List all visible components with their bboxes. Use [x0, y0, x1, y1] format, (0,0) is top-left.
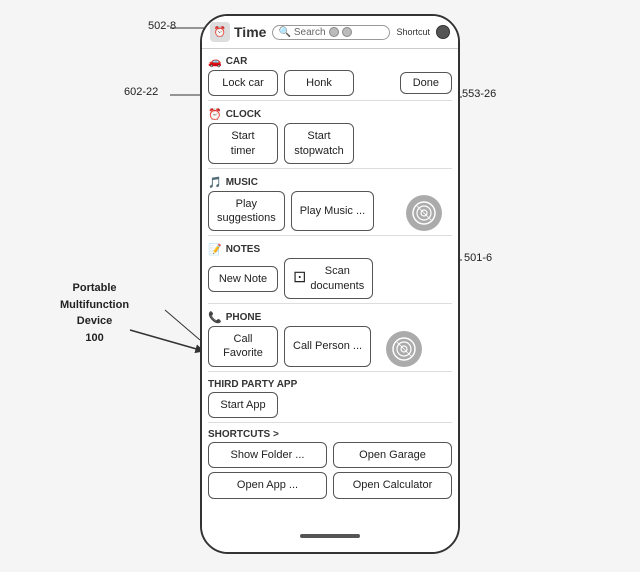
notes-buttons-row: New Note ⊡Scandocuments	[208, 258, 452, 299]
shortcuts-row-2: Open App ... Open Calculator	[208, 472, 452, 498]
car-action-buttons: Lock car Honk	[208, 70, 400, 96]
thirdparty-buttons-row: Start App	[208, 392, 452, 418]
section-notes-header: 📝 NOTES	[208, 239, 452, 258]
dot-button-1[interactable]	[329, 27, 339, 37]
honk-button[interactable]: Honk	[284, 70, 354, 96]
device-label: PortableMultifunctionDevice100	[60, 280, 129, 346]
scroll-content[interactable]: 🚗 CAR Lock car Honk Done ⏰ CLOCK	[202, 49, 458, 547]
header-bar: ⏰ Time 🔍 Search Shortcut	[202, 16, 458, 49]
search-label: Search	[294, 27, 326, 38]
clock-buttons-row: Starttimer Startstopwatch	[208, 123, 452, 164]
open-garage-button[interactable]: Open Garage	[333, 442, 452, 468]
phone-icon: 📞	[208, 311, 222, 324]
page-container: 502-8 602-22 553-26 553-32 553-30 501-6 …	[0, 0, 640, 572]
divider-car	[208, 100, 452, 101]
clock-label: CLOCK	[226, 109, 262, 120]
section-car-header: 🚗 CAR	[208, 51, 452, 70]
annotation-602-22: 602-22	[124, 86, 158, 98]
phone-device: ⏰ Time 🔍 Search Shortcut 🚗 CAR	[200, 14, 460, 554]
annotation-501-6: 501-6	[464, 252, 492, 264]
fingerprint-icon-phone	[386, 331, 422, 367]
home-indicator	[300, 534, 360, 538]
start-app-button[interactable]: Start App	[208, 392, 278, 418]
section-clock-header: ⏰ CLOCK	[208, 104, 452, 123]
phone-label: PHONE	[226, 312, 262, 323]
done-button[interactable]: Done	[400, 72, 452, 94]
divider-notes	[208, 303, 452, 304]
section-thirdparty-header: THIRD PARTY APP	[208, 375, 452, 392]
scan-documents-button[interactable]: ⊡Scandocuments	[284, 258, 373, 299]
car-icon: 🚗	[208, 55, 222, 68]
car-label: CAR	[226, 56, 248, 67]
music-label: MUSIC	[226, 177, 258, 188]
fingerprint-icon-music	[406, 195, 442, 231]
microphone-icon[interactable]	[436, 25, 450, 39]
shortcuts-header[interactable]: SHORTCUTS >	[208, 426, 452, 442]
open-app-button[interactable]: Open App ...	[208, 472, 327, 498]
open-calculator-button[interactable]: Open Calculator	[333, 472, 452, 498]
section-music-header: 🎵 MUSIC	[208, 172, 452, 191]
play-suggestions-button[interactable]: Playsuggestions	[208, 191, 285, 232]
annotation-502-8: 502-8	[148, 20, 176, 32]
app-icon: ⏰	[210, 22, 230, 42]
phone-screen: ⏰ Time 🔍 Search Shortcut 🚗 CAR	[202, 16, 458, 552]
show-folder-button[interactable]: Show Folder ...	[208, 442, 327, 468]
call-favorite-button[interactable]: CallFavorite	[208, 326, 278, 367]
app-title: Time	[234, 24, 266, 40]
divider-thirdparty	[208, 422, 452, 423]
start-timer-button[interactable]: Starttimer	[208, 123, 278, 164]
scan-icon: ⊡	[293, 268, 306, 289]
divider-music	[208, 235, 452, 236]
notes-label: NOTES	[226, 244, 260, 255]
car-buttons-row: Lock car Honk Done	[208, 70, 452, 96]
divider-phone	[208, 371, 452, 372]
call-person-button[interactable]: Call Person ...	[284, 326, 371, 367]
dot-button-2[interactable]	[342, 27, 352, 37]
section-phone-header: 📞 PHONE	[208, 307, 452, 326]
divider-clock	[208, 168, 452, 169]
search-icon: 🔍	[278, 27, 290, 38]
fingerprint-svg-music	[411, 200, 437, 226]
annotation-553-26: 553-26	[462, 88, 496, 100]
clock-icon: ⏰	[208, 108, 222, 121]
thirdparty-label: THIRD PARTY APP	[208, 379, 297, 390]
lock-car-button[interactable]: Lock car	[208, 70, 278, 96]
search-bar[interactable]: 🔍 Search	[272, 25, 390, 40]
power-button[interactable]	[458, 96, 460, 136]
shortcut-label: Shortcut	[396, 27, 430, 37]
music-icon: 🎵	[208, 176, 222, 189]
new-note-button[interactable]: New Note	[208, 266, 278, 292]
notes-icon: 📝	[208, 243, 222, 256]
start-stopwatch-button[interactable]: Startstopwatch	[284, 123, 354, 164]
fingerprint-svg-phone	[391, 336, 417, 362]
shortcuts-row-1: Show Folder ... Open Garage	[208, 442, 452, 468]
play-music-button[interactable]: Play Music ...	[291, 191, 374, 232]
